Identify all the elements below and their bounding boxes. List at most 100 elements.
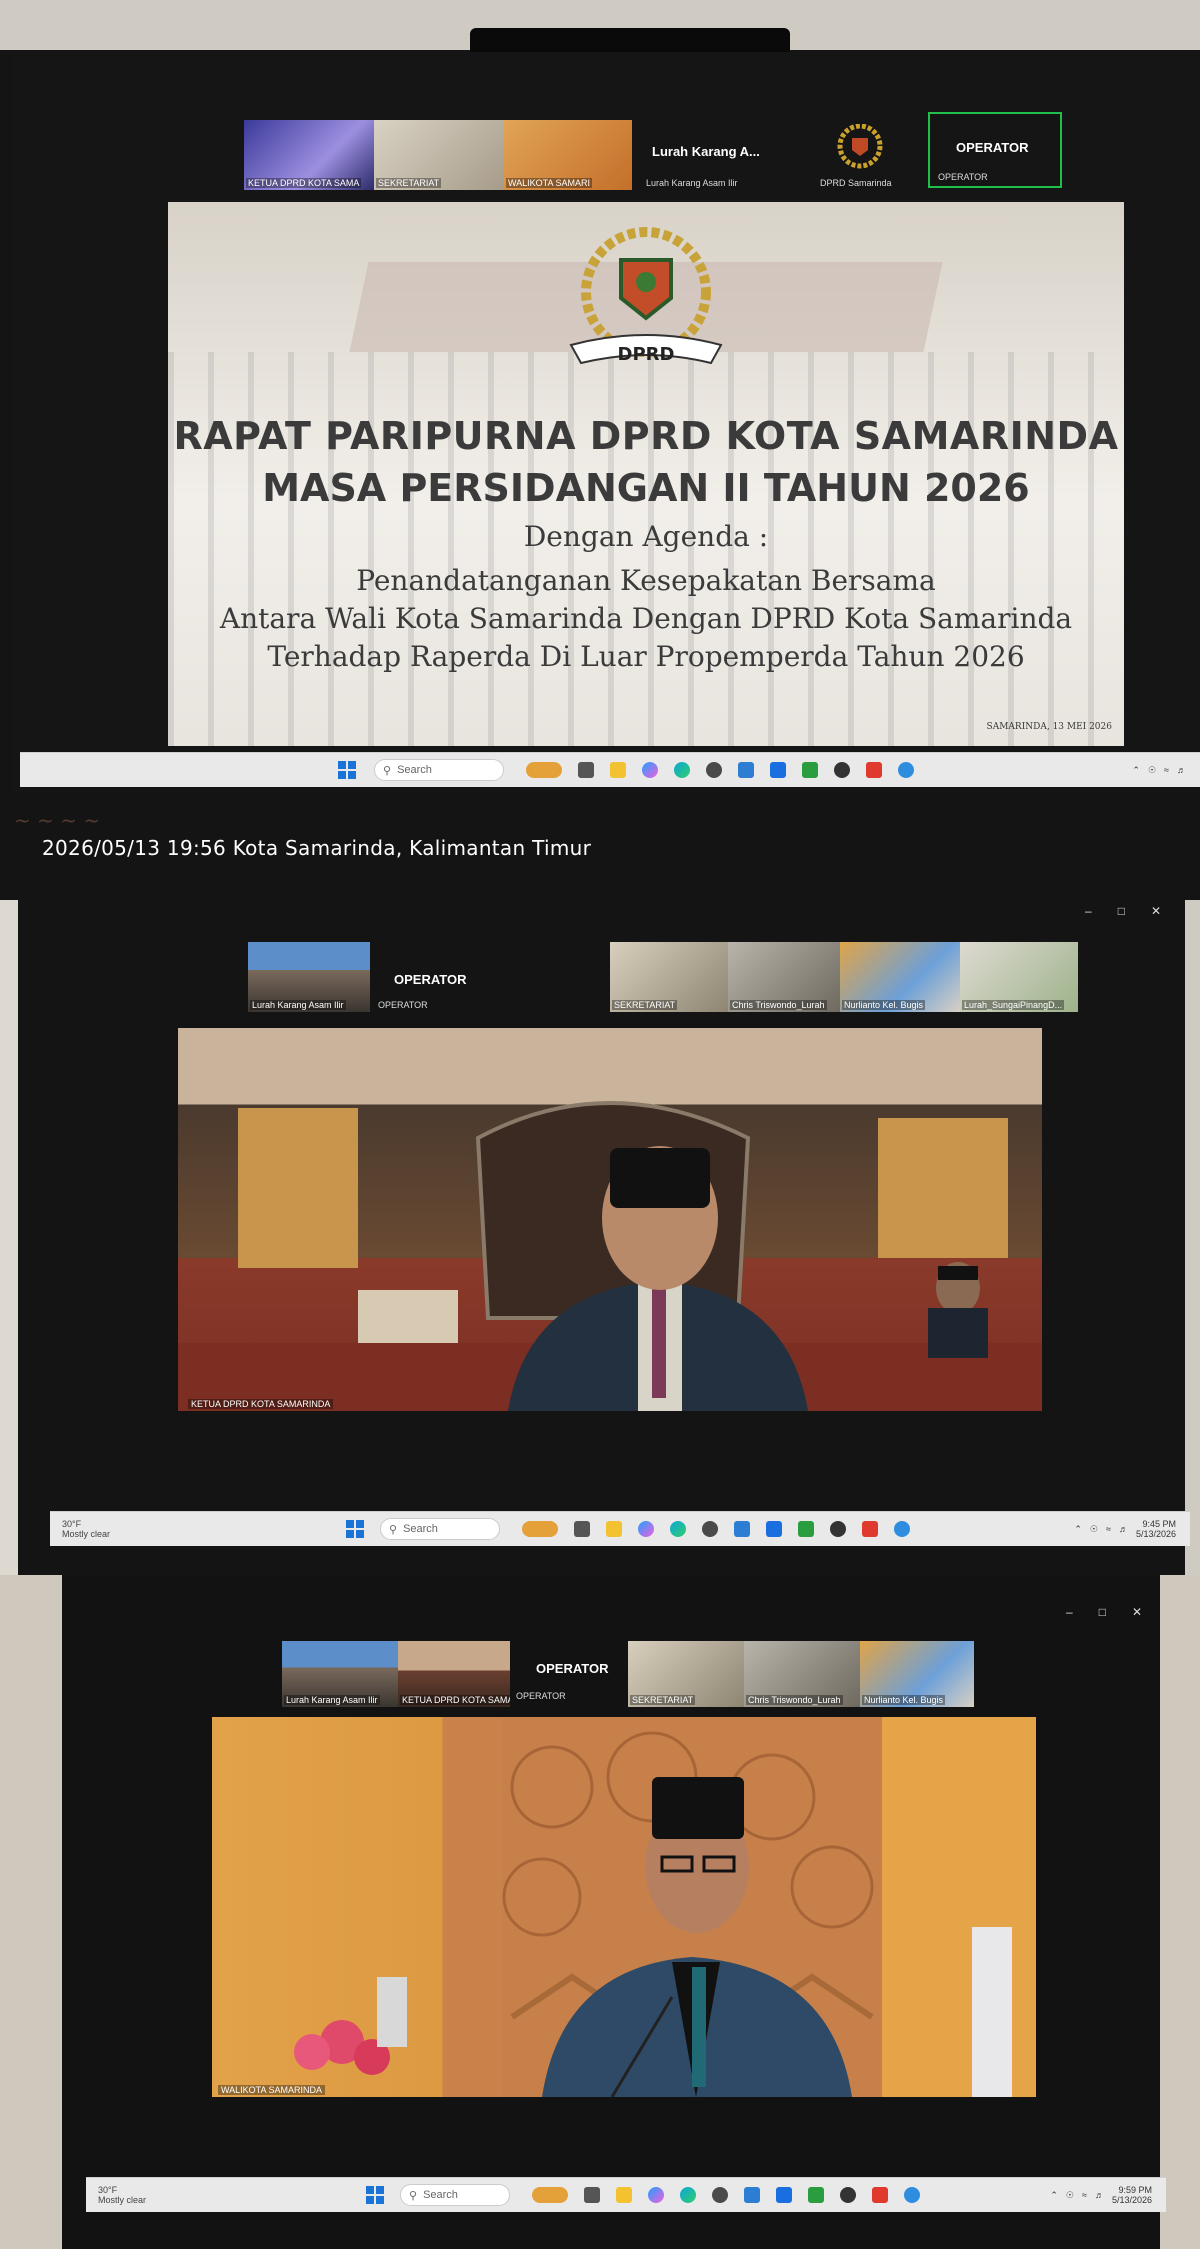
participant-tile[interactable]: Nurlianto Kel. Bugis xyxy=(860,1641,974,1707)
zoom-icon[interactable] xyxy=(770,762,786,778)
photo-walikota-screen: – □ ✕ Lurah Karang Asam Ilir KETUA DPRD … xyxy=(0,1575,1200,2249)
network-icon[interactable]: ☉ xyxy=(1090,1524,1098,1535)
network-icon[interactable]: ☉ xyxy=(1148,765,1156,776)
participant-tile[interactable]: SEKRETARIAT xyxy=(628,1641,744,1707)
minimize-icon[interactable]: – xyxy=(1085,904,1092,918)
participant-caption: Lurah Karang Asam Ilir xyxy=(646,178,738,188)
wifi-icon[interactable]: ≈ xyxy=(1082,2190,1087,2200)
zoom-icon[interactable] xyxy=(776,2187,792,2203)
wifi-icon[interactable]: ≈ xyxy=(1106,1524,1111,1534)
participant-caption: WALIKOTA SAMARI xyxy=(506,178,593,188)
widgets-icon[interactable] xyxy=(532,2187,568,2203)
taskbar-search-input[interactable]: ⚲ Search xyxy=(380,1518,500,1540)
store-icon[interactable] xyxy=(734,1521,750,1537)
chevron-up-icon[interactable]: ⌃ xyxy=(1132,765,1140,776)
participant-tile[interactable]: Chris Triswondo_Lurah xyxy=(728,942,840,1012)
settings-icon[interactable] xyxy=(702,1521,718,1537)
chevron-up-icon[interactable]: ⌃ xyxy=(1050,2190,1058,2201)
search-icon: ⚲ xyxy=(383,764,392,777)
edge-icon[interactable] xyxy=(680,2187,696,2203)
participant-tile[interactable]: Lurah Karang Asam Ilir xyxy=(282,1641,398,1707)
windows-taskbar: ⚲ Search ⌃ ☉ ≈ ♬ xyxy=(20,752,1200,787)
xbox-icon[interactable] xyxy=(808,2187,824,2203)
taskbar-search-input[interactable]: ⚲ Search xyxy=(374,759,504,781)
participant-caption: SEKRETARIAT xyxy=(612,1000,678,1010)
meet-icon[interactable] xyxy=(898,762,914,778)
dprd-emblem-icon: DPRD xyxy=(569,227,723,365)
edge-icon[interactable] xyxy=(674,762,690,778)
volume-icon[interactable]: ♬ xyxy=(1095,2190,1104,2200)
participant-tile[interactable]: WALIKOTA SAMARI xyxy=(504,120,632,190)
volume-icon[interactable]: ♬ xyxy=(1119,1524,1128,1534)
participant-tile[interactable]: Chris Triswondo_Lurah xyxy=(744,1641,860,1707)
store-icon[interactable] xyxy=(744,2187,760,2203)
network-icon[interactable]: ☉ xyxy=(1066,2190,1074,2201)
task-view-icon[interactable] xyxy=(578,762,594,778)
wps-icon[interactable] xyxy=(866,762,882,778)
participant-caption: DPRD Samarinda xyxy=(820,178,892,188)
file-explorer-icon[interactable] xyxy=(606,1521,622,1537)
participant-caption: SEKRETARIAT xyxy=(376,178,442,188)
task-view-icon[interactable] xyxy=(584,2187,600,2203)
participant-tile[interactable]: KETUA DPRD KOTA SAMA xyxy=(244,120,374,190)
settings-icon[interactable] xyxy=(712,2187,728,2203)
obs-icon[interactable] xyxy=(840,2187,856,2203)
wps-icon[interactable] xyxy=(872,2187,888,2203)
file-explorer-icon[interactable] xyxy=(616,2187,632,2203)
clock[interactable]: 9:59 PM 5/13/2026 xyxy=(1112,2185,1152,2205)
participant-caption: OPERATOR xyxy=(378,1000,428,1010)
system-tray: ⌃ ☉ ≈ ♬ 9:59 PM 5/13/2026 xyxy=(1050,2185,1152,2205)
weather-widget[interactable]: 30°F Mostly clear xyxy=(62,1519,110,1539)
participant-tile[interactable]: SEKRETARIAT xyxy=(374,120,504,190)
meet-icon[interactable] xyxy=(894,1521,910,1537)
xbox-icon[interactable] xyxy=(802,762,818,778)
copilot-icon[interactable] xyxy=(648,2187,664,2203)
participant-tile[interactable]: Lurah Karang Asam Ilir xyxy=(248,942,370,1012)
taskbar-search-input[interactable]: ⚲ Search xyxy=(400,2184,510,2206)
close-icon[interactable]: ✕ xyxy=(1151,904,1161,918)
zoom-icon[interactable] xyxy=(766,1521,782,1537)
participant-tile-lurah[interactable]: Lurah Karang A... Lurah Karang Asam Ilir xyxy=(632,120,792,192)
participant-tile-operator[interactable]: OPERATOR OPERATOR xyxy=(370,942,610,1014)
dprd-emblem-icon xyxy=(837,124,883,169)
xbox-icon[interactable] xyxy=(798,1521,814,1537)
speaker-figure xyxy=(294,1717,1012,2097)
task-view-icon[interactable] xyxy=(574,1521,590,1537)
settings-icon[interactable] xyxy=(706,762,722,778)
store-icon[interactable] xyxy=(738,762,754,778)
meet-icon[interactable] xyxy=(904,2187,920,2203)
participant-caption: OPERATOR xyxy=(938,172,988,182)
participant-tile[interactable]: Nurlianto Kel. Bugis xyxy=(840,942,960,1012)
maximize-icon[interactable]: □ xyxy=(1118,904,1125,918)
obs-icon[interactable] xyxy=(834,762,850,778)
widgets-icon[interactable] xyxy=(526,762,562,778)
monitor-bezel xyxy=(470,28,790,52)
participant-tile-operator[interactable]: OPERATOR OPERATOR xyxy=(928,112,1062,188)
clock[interactable]: 9:45 PM 5/13/2026 xyxy=(1136,1519,1176,1539)
windows-start-icon[interactable] xyxy=(346,1520,364,1538)
windows-start-icon[interactable] xyxy=(366,2186,384,2204)
obs-icon[interactable] xyxy=(830,1521,846,1537)
minimize-icon[interactable]: – xyxy=(1066,1605,1073,1619)
participant-tile-operator[interactable]: OPERATOR OPERATOR xyxy=(510,1641,628,1713)
participant-tile[interactable]: KETUA DPRD KOTA SAMA... xyxy=(398,1641,510,1707)
participant-tile-dprd[interactable]: DPRD Samarinda xyxy=(792,120,922,192)
participant-tile[interactable]: Lurah_SungaiPinangD... xyxy=(960,942,1078,1012)
main-video-caption: WALIKOTA SAMARINDA xyxy=(218,2085,326,2095)
participant-tile[interactable]: SEKRETARIAT xyxy=(610,942,728,1012)
weather-widget[interactable]: 30°F Mostly clear xyxy=(98,2185,146,2205)
chevron-up-icon[interactable]: ⌃ xyxy=(1074,1524,1082,1535)
wps-icon[interactable] xyxy=(862,1521,878,1537)
photo-slide-screen: KETUA DPRD KOTA SAMA SEKRETARIAT WALIKOT… xyxy=(0,0,1200,900)
maximize-icon[interactable]: □ xyxy=(1099,1605,1106,1619)
slide-footer: SAMARINDA, 13 MEI 2026 xyxy=(986,722,1112,732)
copilot-icon[interactable] xyxy=(642,762,658,778)
wifi-icon[interactable]: ≈ xyxy=(1164,765,1169,775)
windows-start-icon[interactable] xyxy=(338,761,356,779)
file-explorer-icon[interactable] xyxy=(610,762,626,778)
edge-icon[interactable] xyxy=(670,1521,686,1537)
volume-icon[interactable]: ♬ xyxy=(1177,765,1186,775)
close-icon[interactable]: ✕ xyxy=(1132,1605,1142,1619)
copilot-icon[interactable] xyxy=(638,1521,654,1537)
widgets-icon[interactable] xyxy=(522,1521,558,1537)
